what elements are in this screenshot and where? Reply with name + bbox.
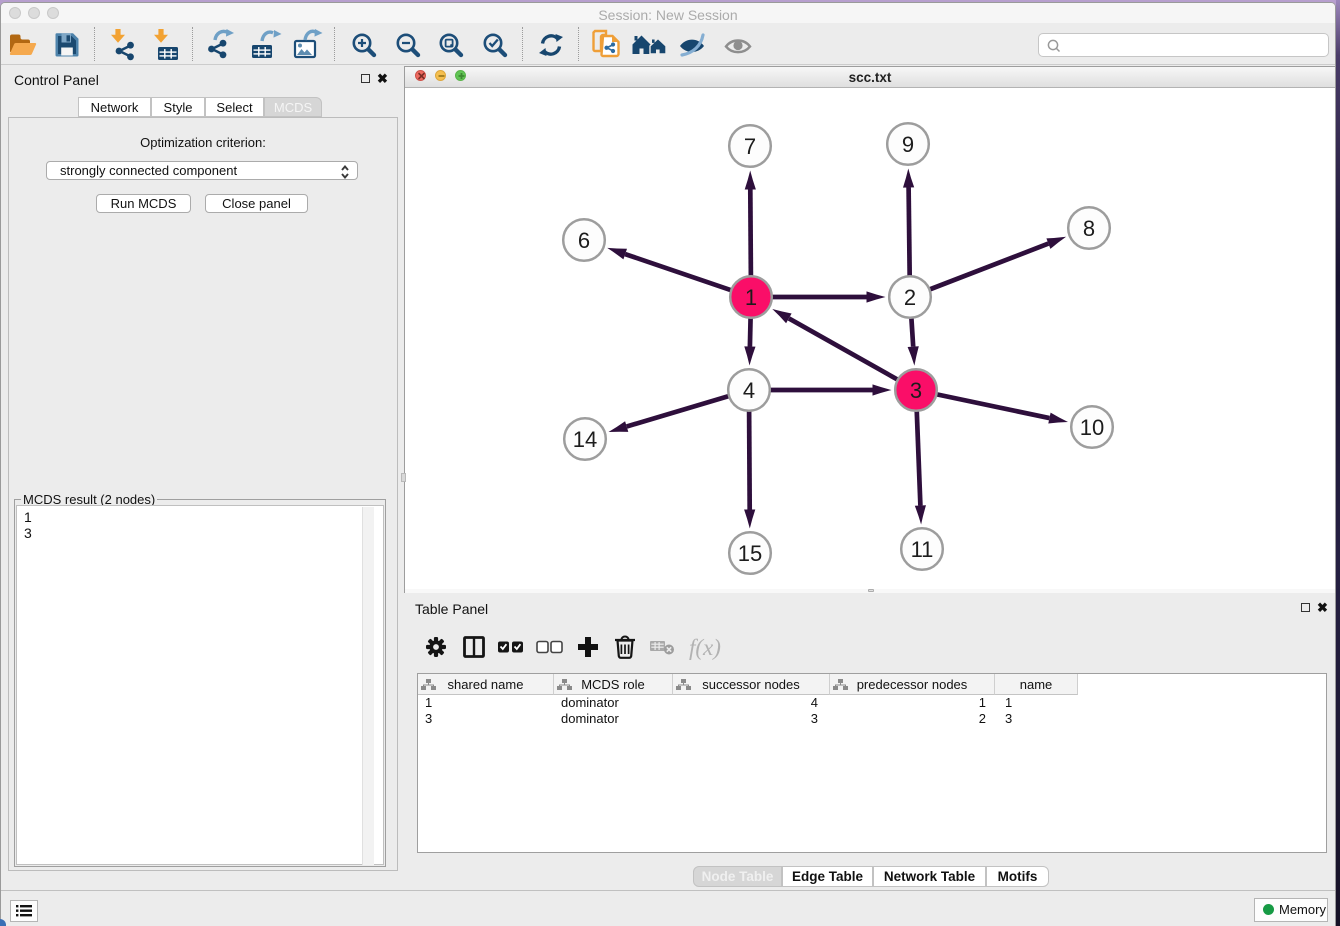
svg-text:11: 11 (911, 537, 934, 562)
svg-text:9: 9 (902, 132, 914, 157)
svg-text:f(x): f(x) (689, 635, 721, 660)
svg-text:8: 8 (1083, 216, 1095, 241)
svg-text:3: 3 (910, 378, 922, 403)
svg-text:14: 14 (573, 427, 597, 452)
svg-text:4: 4 (743, 378, 755, 403)
svg-text:1: 1 (745, 285, 757, 310)
svg-text:2: 2 (904, 285, 916, 310)
svg-text:10: 10 (1080, 415, 1104, 440)
svg-text:7: 7 (744, 134, 756, 159)
svg-text:6: 6 (578, 228, 590, 253)
svg-text:15: 15 (738, 541, 762, 566)
